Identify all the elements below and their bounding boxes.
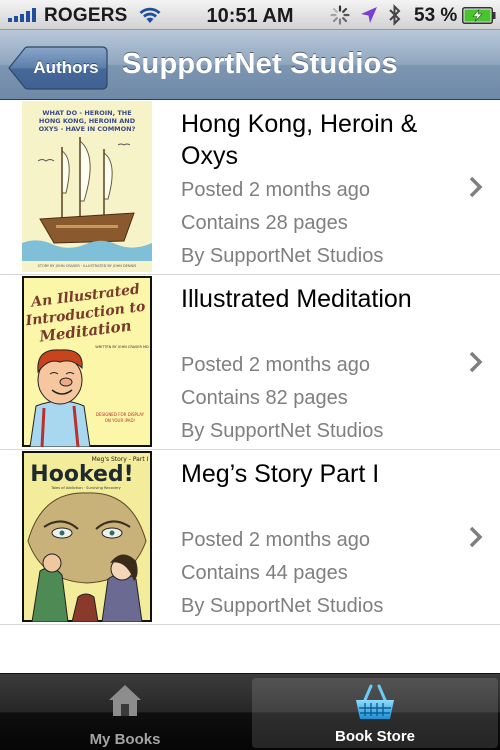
list-item[interactable]: WHAT DO - HEROIN, THE HONG KONG, HEROIN … (0, 100, 500, 275)
tab-bar: My Books Book Store (0, 673, 500, 750)
posted-date: Posted 2 months ago (181, 179, 371, 201)
book-title: Hong Kong, Heroin & Oxys (181, 110, 418, 170)
svg-text:ON YOUR iPAD!: ON YOUR iPAD! (105, 418, 135, 423)
tab-label: My Books (89, 731, 161, 748)
svg-text:WHAT DO - HEROIN, THE: WHAT DO - HEROIN, THE (42, 109, 131, 117)
navigation-bar: Authors SupportNet Studios (0, 30, 500, 100)
posted-date: Posted 2 months ago (181, 529, 371, 551)
svg-text:WRITTEN BY JOHN CRASER MD: WRITTEN BY JOHN CRASER MD (95, 345, 149, 349)
basket-icon (356, 684, 394, 719)
activity-spinner-icon (330, 5, 350, 25)
bluetooth-icon (389, 4, 401, 26)
battery-charging-icon (462, 7, 496, 24)
author-name: By SupportNet Studios (181, 245, 384, 267)
page-count: Contains 82 pages (181, 387, 348, 409)
chevron-right-icon (469, 176, 483, 198)
battery-percent: 53 % (414, 5, 458, 26)
tab-my-books[interactable]: My Books (2, 674, 248, 750)
svg-text:HONG KONG, HEROIN AND: HONG KONG, HEROIN AND (39, 117, 136, 125)
book-cover-meditation: An Illustrated Introduction to Meditatio… (22, 276, 152, 447)
tab-book-store[interactable]: Book Store (252, 678, 498, 748)
book-cover-hooked: Meg's Story - Part I Hooked! Tales of Ad… (22, 451, 152, 622)
book-cover-hong-kong: WHAT DO - HEROIN, THE HONG KONG, HEROIN … (22, 101, 152, 272)
svg-text:Hooked!: Hooked! (30, 462, 133, 487)
list-item[interactable]: An Illustrated Introduction to Meditatio… (0, 275, 500, 450)
page-count: Contains 28 pages (181, 212, 348, 234)
back-button-label: Authors (33, 58, 99, 77)
book-list: WHAT DO - HEROIN, THE HONG KONG, HEROIN … (0, 100, 500, 625)
svg-text:DESIGNED FOR DISPLAY: DESIGNED FOR DISPLAY (96, 412, 145, 417)
house-icon (109, 685, 141, 716)
svg-text:OXYS - HAVE IN COMMON?: OXYS - HAVE IN COMMON? (39, 125, 136, 133)
back-button-authors[interactable]: Authors (8, 46, 108, 90)
svg-text:STORY BY JOHN CRASER · ILLUSTR: STORY BY JOHN CRASER · ILLUSTRATED BY JO… (38, 264, 138, 268)
tab-label: Book Store (334, 728, 415, 745)
book-title: Meg’s Story Part I (181, 460, 380, 488)
list-item[interactable]: Meg's Story - Part I Hooked! Tales of Ad… (0, 450, 500, 625)
page-count: Contains 44 pages (181, 562, 348, 584)
author-name: By SupportNet Studios (181, 595, 384, 617)
book-title: Illustrated Meditation (181, 285, 412, 313)
author-name: By SupportNet Studios (181, 420, 384, 442)
svg-text:Tales of Addiction · Surviving: Tales of Addiction · Surviving Recovery (50, 486, 121, 490)
page-title: SupportNet Studios (122, 48, 398, 80)
chevron-right-icon (469, 526, 483, 548)
chevron-right-icon (469, 351, 483, 373)
status-bar: ROGERS 10:51 AM 53 % (0, 0, 500, 30)
location-arrow-icon (361, 7, 377, 23)
posted-date: Posted 2 months ago (181, 354, 371, 376)
